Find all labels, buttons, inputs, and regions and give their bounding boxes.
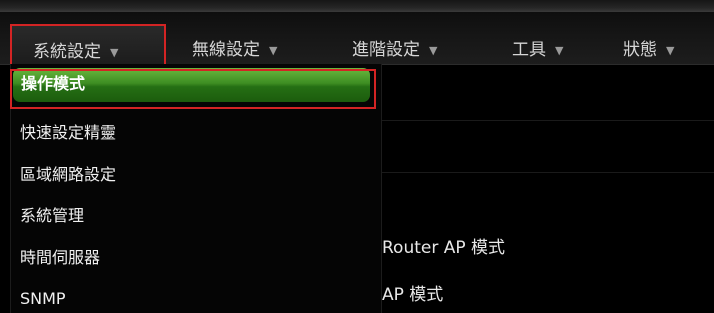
menu-item-lan-settings[interactable]: 區域網路設定 (20, 162, 116, 188)
chevron-down-icon: ▼ (429, 44, 438, 57)
chevron-down-icon: ▼ (269, 44, 278, 57)
main-nav-bar: 系統設定 ▼ 無線設定 ▼ 進階設定 ▼ 工具 ▼ 狀態 ▼ (0, 12, 714, 76)
chevron-down-icon: ▼ (555, 44, 564, 57)
mode-option-router-ap[interactable]: Router AP 模式 (382, 233, 505, 258)
content-band-2 (380, 120, 714, 173)
top-edge (0, 0, 714, 12)
mode-option-ap[interactable]: AP 模式 (382, 280, 443, 305)
nav-tools-label: 工具 (512, 40, 546, 60)
nav-advanced-settings-label: 進階設定 (352, 40, 420, 60)
nav-system-settings-label: 系統設定 (33, 42, 101, 62)
chevron-down-icon: ▼ (666, 44, 675, 57)
menu-item-snmp[interactable]: SNMP (20, 286, 66, 312)
nav-status-label: 狀態 (623, 40, 657, 60)
content-band-1 (380, 64, 714, 121)
menu-item-system-management[interactable]: 系統管理 (20, 203, 84, 229)
menu-item-time-server[interactable]: 時間伺服器 (20, 245, 100, 271)
system-settings-dropdown: 操作模式 快速設定精靈 區域網路設定 系統管理 時間伺服器 SNMP (10, 64, 382, 313)
menu-item-operation-mode[interactable]: 操作模式 (13, 68, 370, 102)
chevron-down-icon: ▼ (110, 46, 119, 59)
nav-wireless-settings-label: 無線設定 (192, 40, 260, 60)
menu-item-quick-setup-wizard[interactable]: 快速設定精靈 (20, 120, 116, 146)
